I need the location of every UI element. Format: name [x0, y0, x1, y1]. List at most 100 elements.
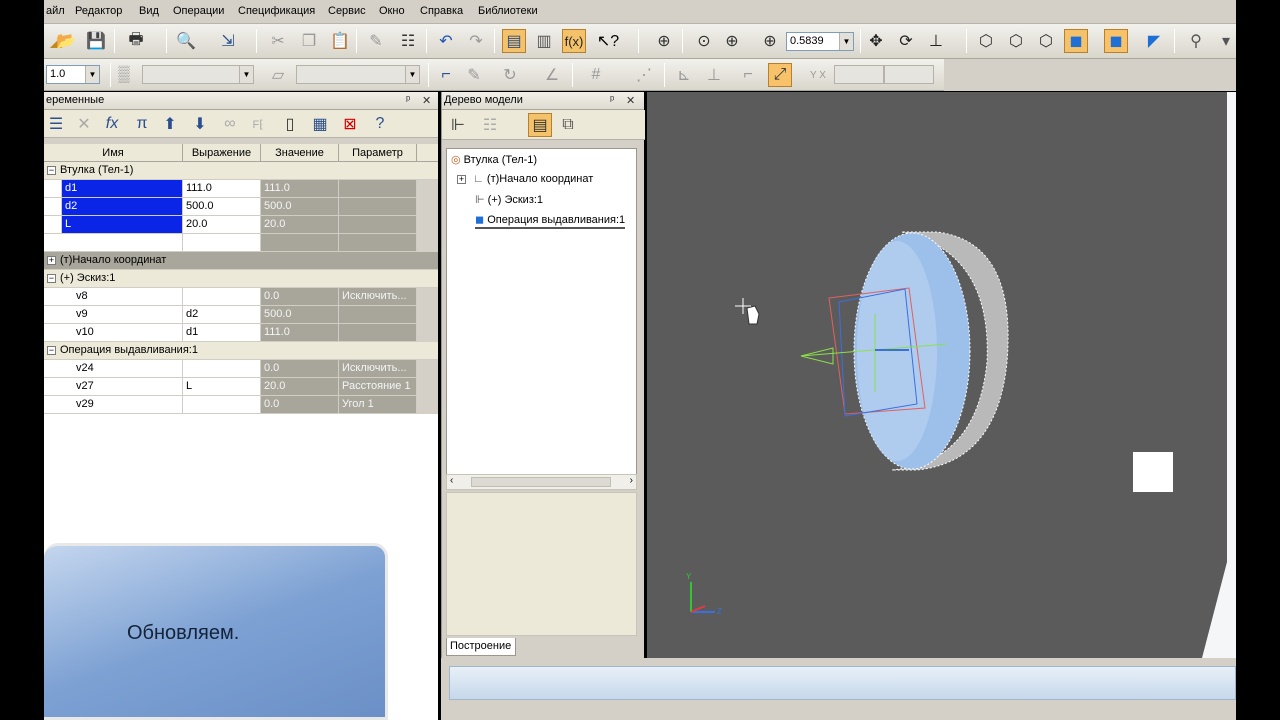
model-viewport[interactable]: Y Z: [647, 92, 1236, 658]
external-icon[interactable]: F⁅: [246, 112, 270, 136]
preview-icon[interactable]: 🔍: [174, 29, 198, 53]
table-row[interactable]: L 20.0 20.0: [44, 216, 438, 234]
scroll-left-icon[interactable]: ‹: [450, 475, 453, 486]
wireframe-icon[interactable]: ⬡: [974, 29, 998, 53]
table-row[interactable]: d2 500.0 500.0: [44, 198, 438, 216]
tree-node-sketch[interactable]: ⊩ (+) Эскиз:1: [475, 193, 543, 206]
undo-icon[interactable]: ↶: [434, 29, 458, 53]
expand-icon[interactable]: +: [457, 174, 466, 184]
variable-name[interactable]: v29: [44, 396, 183, 414]
variable-name[interactable]: v27: [44, 378, 183, 396]
variable-expression[interactable]: [183, 396, 261, 414]
zoom-combo[interactable]: 0.5839 ▼: [786, 32, 854, 51]
group-row-extrude[interactable]: − Операция выдавливания:1: [44, 342, 438, 360]
col-expression[interactable]: Выражение: [183, 144, 261, 162]
rotate-icon[interactable]: ⟳: [894, 29, 918, 53]
tree-node-extrude[interactable]: ◼ Операция выдавливания:1: [475, 213, 626, 229]
properties-icon[interactable]: ☷: [396, 29, 420, 53]
move-down-icon[interactable]: ⬇: [188, 112, 212, 136]
variable-expression[interactable]: 20.0: [183, 216, 261, 234]
col-parameter[interactable]: Параметр: [339, 144, 417, 162]
paste-icon[interactable]: 📋: [328, 29, 352, 53]
format-brush-icon[interactable]: ✎: [364, 29, 388, 53]
tree-toggle-icon[interactable]: ▤: [502, 29, 526, 53]
variable-name[interactable]: d1: [62, 180, 183, 198]
variable-expression[interactable]: L: [183, 378, 261, 396]
tree-mode-icon[interactable]: ▤: [528, 113, 552, 137]
variable-expression[interactable]: 500.0: [183, 198, 261, 216]
chevron-down-icon[interactable]: ▼: [85, 66, 99, 83]
tree-node-origin[interactable]: + ∟ (т)Начало координат: [457, 173, 593, 185]
collapse-icon[interactable]: −: [47, 273, 56, 283]
pin-icon[interactable]: ᵖ: [610, 94, 614, 106]
menu-help[interactable]: Справка: [420, 5, 463, 17]
collapse-icon[interactable]: −: [47, 345, 56, 355]
sketch-icon[interactable]: ⌐: [434, 63, 458, 87]
variable-name[interactable]: v24: [44, 360, 183, 378]
link-icon[interactable]: ∞: [218, 112, 242, 136]
manager-icon[interactable]: ⇲: [216, 29, 240, 53]
expand-icon[interactable]: +: [47, 255, 56, 265]
zoom-in-icon[interactable]: ⊕: [720, 29, 744, 53]
table-row[interactable]: v29 0.0 Угол 1: [44, 396, 438, 414]
tree-split-icon[interactable]: ⧉: [556, 113, 580, 137]
zoom-scale-icon[interactable]: ⊕: [758, 29, 782, 53]
variables-icon[interactable]: f(x): [562, 29, 586, 53]
scroll-thumb[interactable]: [471, 477, 611, 487]
zoom-frame-icon[interactable]: ⊙: [692, 29, 716, 53]
menu-libraries[interactable]: Библиотеки: [478, 5, 538, 17]
table-icon[interactable]: ▦: [308, 112, 332, 136]
close-icon[interactable]: ✕: [626, 94, 635, 107]
new-variable-icon[interactable]: ☰: [44, 112, 68, 136]
filter-icon[interactable]: ⚲: [1184, 29, 1208, 53]
variables-root-row[interactable]: − Втулка (Тел-1): [44, 162, 438, 180]
delete-variable-icon[interactable]: ✕: [72, 112, 96, 136]
menu-editor[interactable]: Редактор: [75, 5, 122, 17]
group-row-origin[interactable]: + (т)Начало координат: [44, 252, 438, 270]
variable-expression[interactable]: 111.0: [183, 180, 261, 198]
scroll-right-icon[interactable]: ›: [630, 475, 633, 486]
more-icon[interactable]: ▾: [1214, 29, 1238, 53]
collapse-icon[interactable]: −: [47, 165, 56, 175]
pi-icon[interactable]: π: [130, 112, 154, 136]
table-row[interactable]: v9 d2 500.0: [44, 306, 438, 324]
menu-specification[interactable]: Спецификация: [238, 5, 315, 17]
redo-icon[interactable]: ↷: [464, 29, 488, 53]
col-value[interactable]: Значение: [261, 144, 339, 162]
menu-operations[interactable]: Операции: [173, 5, 224, 17]
pan-icon[interactable]: ✥: [864, 29, 888, 53]
chevron-down-icon[interactable]: ▼: [839, 33, 853, 50]
variable-name[interactable]: d2: [62, 198, 183, 216]
table-row[interactable]: v8 0.0 Исключить...: [44, 288, 438, 306]
copy-icon[interactable]: ❐: [297, 29, 321, 53]
menu-window[interactable]: Окно: [379, 5, 405, 17]
help-pointer-icon[interactable]: ↖?: [596, 29, 620, 53]
pin-icon[interactable]: ᵖ: [406, 94, 410, 106]
save-icon[interactable]: 💾: [84, 29, 108, 53]
help-icon[interactable]: ?: [368, 112, 392, 136]
table-row[interactable]: v10 d1 111.0: [44, 324, 438, 342]
print-icon[interactable]: 🖶: [124, 29, 148, 53]
tree-structure-icon[interactable]: ⊩: [446, 113, 470, 137]
orientation-icon[interactable]: ⊥: [924, 29, 948, 53]
table-row-empty[interactable]: [44, 234, 438, 252]
variable-expression[interactable]: [183, 360, 261, 378]
variable-name[interactable]: v8: [44, 288, 183, 306]
tree-horizontal-scrollbar[interactable]: ‹ ›: [446, 474, 637, 490]
shaded-edges-icon[interactable]: ◼: [1104, 29, 1128, 53]
variable-name[interactable]: v10: [44, 324, 183, 342]
variable-name[interactable]: v9: [44, 306, 183, 324]
menu-service[interactable]: Сервис: [328, 5, 366, 17]
menu-file[interactable]: айл: [46, 5, 65, 17]
table-row[interactable]: d1 111.0 111.0: [44, 180, 438, 198]
col-name[interactable]: Имя: [44, 144, 183, 162]
param-mode-icon[interactable]: ⤢: [768, 63, 792, 87]
variable-expression[interactable]: d1: [183, 324, 261, 342]
move-up-icon[interactable]: ⬆: [158, 112, 182, 136]
zoom-window-icon[interactable]: ⊕: [652, 29, 676, 53]
tab-build[interactable]: Построение: [446, 638, 516, 656]
variable-expression[interactable]: d2: [183, 306, 261, 324]
library-icon[interactable]: ▥: [532, 29, 556, 53]
calc-icon[interactable]: ▯: [278, 112, 302, 136]
thin-lines-icon[interactable]: ⬡: [1034, 29, 1058, 53]
